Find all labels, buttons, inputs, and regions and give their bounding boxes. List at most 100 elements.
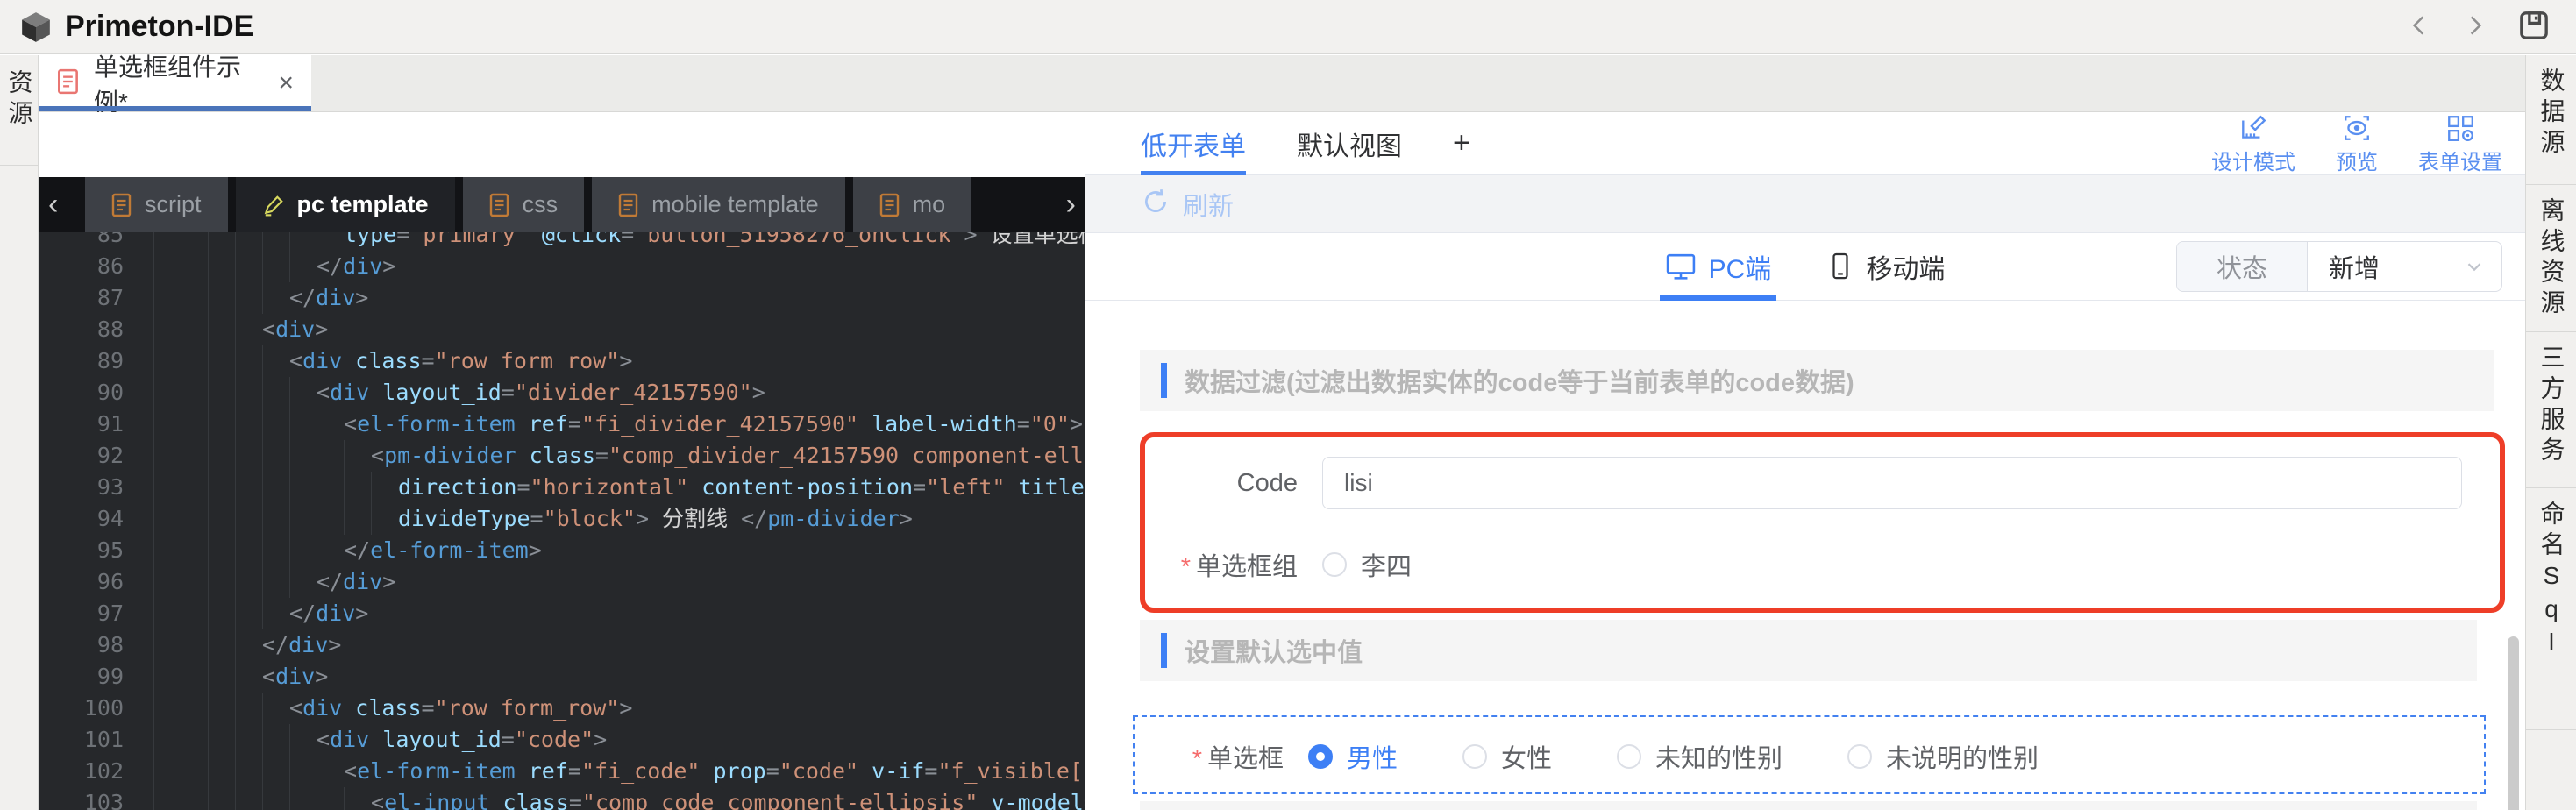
- right-rail: 数据源 离线资源 三方服务 命名Sql: [2525, 55, 2576, 810]
- rail-item-offline-resources[interactable]: 离线资源: [2526, 185, 2576, 332]
- required-asterisk: *: [1192, 745, 1202, 773]
- code-line: 96 </div>: [39, 566, 1085, 598]
- left-rail: 资源: [0, 55, 39, 810]
- code-input[interactable]: lisi: [1322, 457, 2462, 509]
- radio-option-female[interactable]: 女性: [1462, 738, 1552, 775]
- preview-button[interactable]: 预览: [2336, 113, 2378, 175]
- radio-option-unknown[interactable]: 未知的性别: [1617, 738, 1783, 775]
- editor-tab-clipped[interactable]: mo: [852, 177, 972, 232]
- device-tab-label: PC端: [1708, 255, 1772, 284]
- close-icon[interactable]: ×: [278, 68, 294, 98]
- rail-item-label: 资源: [5, 69, 33, 131]
- code-line: 92 <pm-divider class="comp_divider_421575…: [39, 440, 1085, 472]
- code-line: 99 <div>: [39, 661, 1085, 693]
- code-line: 101 <div layout_id="code">: [39, 724, 1085, 756]
- radio-option-male[interactable]: 男性: [1308, 738, 1398, 775]
- code-line: 94 divideType="block"> 分割线 </pm-divider>: [39, 503, 1085, 535]
- code-area[interactable]: 85 type="primary" @click="button_51958276…: [39, 232, 1085, 810]
- section-next-clipped: [1140, 801, 2477, 810]
- save-icon[interactable]: [2518, 10, 2550, 46]
- code-line: 100 <div class="row form_row">: [39, 693, 1085, 724]
- device-tab-bar: PC端 移动端 状态 新增: [1085, 233, 2525, 301]
- rail-item-datasource[interactable]: 数据源: [2526, 55, 2576, 185]
- editor-tab-bar: ‹ script pc template css mobile template: [39, 177, 1085, 232]
- editor-tab-label: mobile template: [651, 191, 819, 217]
- radio-circle[interactable]: [1322, 552, 1347, 577]
- code-line: 86 </div>: [39, 251, 1085, 282]
- active-device-underline: [1659, 295, 1777, 301]
- file-tab-radio-example[interactable]: 单选框组件示例* ×: [39, 53, 311, 116]
- tab-mobile[interactable]: 移动端: [1827, 233, 1945, 301]
- rail-item-resources[interactable]: 资源: [0, 55, 38, 166]
- code-line: 103 <el-input class="comp_code component-…: [39, 787, 1085, 810]
- vertical-scrollbar-thumb[interactable]: [2508, 636, 2519, 810]
- editor-tab-script[interactable]: script: [85, 177, 228, 232]
- design-mode-button[interactable]: 设计模式: [2211, 113, 2295, 175]
- app-logo-icon: [19, 11, 53, 44]
- editor-tabs-scroll-left-icon[interactable]: ‹: [48, 177, 58, 232]
- code-line: 102 <el-form-item ref="fi_code" prop="cod…: [39, 756, 1085, 787]
- code-line: 93 direction="horizontal" content-positio…: [39, 472, 1085, 503]
- rail-item-label: 命名Sql: [2537, 501, 2565, 662]
- editor-tab-label: css: [522, 191, 559, 217]
- radio-option-label: 未知的性别: [1655, 745, 1783, 773]
- tab-default-view[interactable]: 默认视图: [1297, 112, 1402, 174]
- code-line: 97 </div>: [39, 598, 1085, 629]
- required-asterisk: *: [1180, 553, 1191, 581]
- code-field-row: Code lisi: [1166, 457, 2465, 509]
- selected-component-outline[interactable]: * 单选框 男性 女性 未知的性别 未说明的性别: [1133, 715, 2486, 794]
- action-label: 设计模式: [2211, 150, 2295, 174]
- radio-circle[interactable]: [1847, 744, 1873, 769]
- code-line: 85 type="primary" @click="button_51958276…: [39, 232, 1085, 251]
- content-area: ‹ script pc template css mobile template: [39, 112, 2525, 810]
- titlebar: Primeton-IDE: [0, 0, 2576, 54]
- app-window: Primeton-IDE 资源 数据源 离线资源 三方服务 命名Sql 单选框组…: [0, 0, 2576, 810]
- editor-tab-css[interactable]: css: [462, 177, 585, 232]
- editor-tab-label: pc template: [296, 191, 429, 217]
- refresh-button[interactable]: 刷新: [1183, 186, 1234, 223]
- view-tab-label: 低开表单: [1141, 131, 1246, 161]
- editor-tab-mobile-template[interactable]: mobile template: [592, 177, 845, 232]
- editor-tab-pc-template[interactable]: pc template: [235, 177, 455, 232]
- phone-icon: [1832, 252, 1848, 280]
- status-value: 新增: [2329, 255, 2380, 283]
- design-mode-icon: [2242, 115, 2266, 139]
- radio-group-filter-label: * 单选框组: [1180, 553, 1298, 581]
- refresh-icon[interactable]: [1141, 187, 1171, 221]
- rail-item-label: 三方服务: [2537, 345, 2565, 467]
- radio-circle[interactable]: [1617, 744, 1642, 769]
- code-input-value: lisi: [1344, 469, 1373, 496]
- editor-tabs-scroll-right-icon[interactable]: ›: [1066, 177, 1076, 232]
- section-title: 数据过滤(过滤出数据实体的code等于当前表单的code数据): [1185, 369, 1854, 397]
- radio-option-label: 男性: [1347, 745, 1398, 773]
- nav-forward-icon[interactable]: [2462, 12, 2488, 43]
- radio-circle[interactable]: [1462, 744, 1488, 769]
- rail-item-label: 数据源: [2537, 68, 2565, 160]
- rail-item-third-party-services[interactable]: 三方服务: [2526, 332, 2576, 488]
- radio-option-unstated[interactable]: 未说明的性别: [1847, 738, 2039, 775]
- nav-back-icon[interactable]: [2406, 12, 2432, 43]
- code-line: 87 </div>: [39, 282, 1085, 314]
- form-settings-icon: [2448, 115, 2473, 141]
- code-line: 88 <div>: [39, 314, 1085, 345]
- status-select[interactable]: 新增: [2308, 242, 2501, 291]
- status-label: 状态: [2177, 242, 2308, 291]
- form-toolbar: 刷新: [1085, 175, 2525, 233]
- code-editor-panel: ‹ script pc template css mobile template: [39, 177, 1085, 810]
- radio-circle-checked[interactable]: [1308, 744, 1333, 769]
- code-line: 89 <div class="row form_row">: [39, 345, 1085, 377]
- action-label: 表单设置: [2418, 150, 2502, 174]
- tab-lowcode-form[interactable]: 低开表单: [1141, 112, 1246, 175]
- code-field-label: Code: [1236, 468, 1298, 497]
- section-accent-bar: [1161, 363, 1167, 398]
- form-settings-button[interactable]: 表单设置: [2418, 113, 2502, 175]
- radio-option-lisi[interactable]: 李四: [1322, 546, 1412, 583]
- radio-option-label: 李四: [1361, 553, 1413, 581]
- rail-item-named-sql[interactable]: 命名Sql: [2526, 488, 2576, 730]
- tab-pc[interactable]: PC端: [1659, 233, 1777, 301]
- add-view-button[interactable]: +: [1453, 112, 1470, 174]
- radio-group-default-label: * 单选框: [1192, 745, 1284, 773]
- header-actions: 设计模式 预览 表单设置: [2211, 112, 2502, 175]
- radio-group-default-row: * 单选框 男性 女性 未知的性别 未说明的性别: [1170, 738, 2103, 775]
- section-default-value: 设置默认选中值: [1140, 620, 2477, 681]
